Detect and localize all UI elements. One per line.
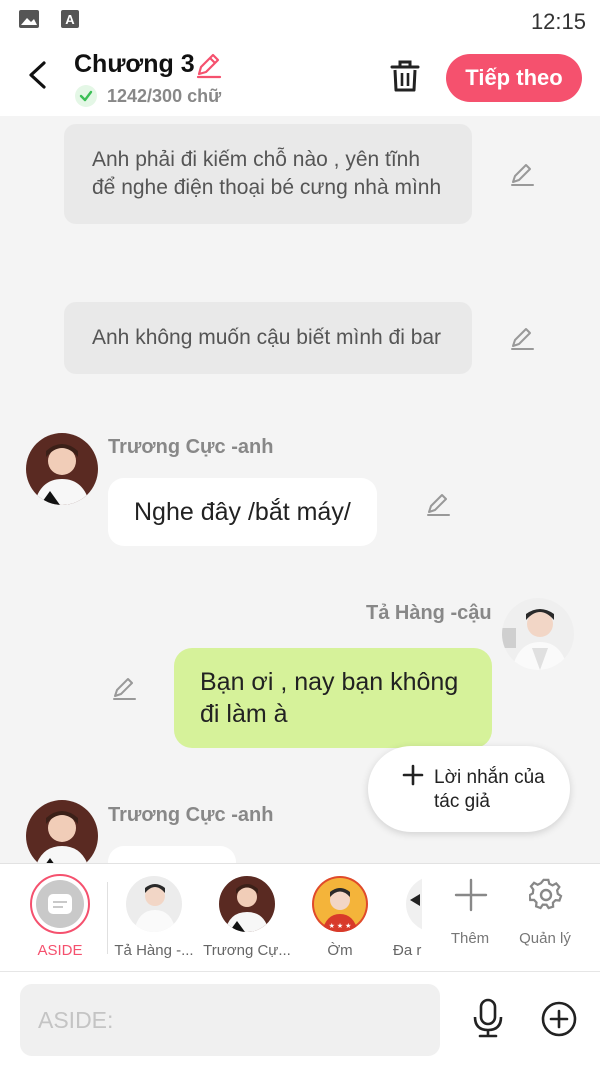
edit-icon[interactable]: [508, 160, 536, 188]
avatar[interactable]: [26, 433, 98, 505]
avatar: ★ ★ ★: [312, 876, 368, 932]
chat-area[interactable]: Anh phải đi kiếm chỗ nào , yên tĩnh để n…: [0, 116, 600, 863]
character-item[interactable]: Trương Cự...: [201, 864, 293, 972]
microphone-icon[interactable]: [470, 998, 506, 1038]
trash-icon[interactable]: [388, 58, 422, 94]
character-item[interactable]: Tả Hàng -...: [108, 864, 200, 972]
edit-icon[interactable]: [110, 674, 138, 702]
svg-text:A: A: [65, 12, 75, 27]
input-bar: [0, 971, 600, 1067]
image-icon: [19, 10, 39, 28]
comment-icon: [48, 894, 72, 914]
avatar: [126, 876, 182, 932]
message-bubble[interactable]: Bạn ơi , nay bạn không đi làm à: [174, 648, 492, 748]
message-bubble[interactable]: [108, 846, 236, 863]
font-icon: A: [61, 10, 79, 28]
back-arrow-icon[interactable]: [22, 58, 52, 92]
character-label: Tả Hàng -...: [114, 942, 194, 959]
check-circle-icon: [75, 85, 97, 107]
plus-icon: [402, 764, 424, 786]
avatar[interactable]: [502, 598, 574, 670]
editor-header: Chương 3 1242/300 chữ Tiếp theo: [0, 40, 600, 116]
avatar: [219, 876, 275, 932]
aside-avatar: [36, 880, 84, 928]
manage-label: Quản lý: [519, 930, 571, 947]
svg-text:★ ★ ★: ★ ★ ★: [329, 922, 352, 930]
character-name: Trương Cực -anh: [108, 436, 274, 458]
status-time: 12:15: [530, 9, 586, 34]
character-name: Tả Hàng -cậu: [366, 602, 492, 624]
character-name: Trương Cực -anh: [108, 804, 274, 826]
character-bar: ASIDE Tả Hàng -... Trương Cự... ★ ★ ★ Ờm…: [0, 863, 600, 971]
aside-label: ASIDE: [37, 942, 83, 959]
add-circle-icon[interactable]: [540, 1000, 578, 1038]
gear-icon: [529, 878, 563, 910]
manage-button[interactable]: Quản lý: [507, 864, 583, 972]
narration-bubble[interactable]: Anh phải đi kiếm chỗ nào , yên tĩnh để n…: [64, 124, 472, 224]
edit-title-icon[interactable]: [194, 51, 222, 79]
author-note-label: Lời nhắn của tác giả: [434, 767, 545, 812]
add-character-button[interactable]: Thêm: [432, 864, 508, 972]
avatar: [406, 878, 422, 930]
message-input[interactable]: [20, 984, 440, 1056]
aside-ring[interactable]: [30, 874, 90, 934]
character-label: Trương Cự...: [203, 942, 291, 959]
edit-icon[interactable]: [508, 324, 536, 352]
avatar[interactable]: [26, 800, 98, 863]
edit-icon[interactable]: [424, 490, 452, 518]
message-bubble[interactable]: Nghe đây /bắt máy/: [108, 478, 377, 546]
status-bar: A 12:15: [0, 0, 600, 40]
character-label: Đa r: [393, 942, 422, 959]
chapter-title[interactable]: Chương 3: [74, 50, 195, 79]
narration-bubble[interactable]: Anh không muốn cậu biết mình đi bar: [64, 302, 472, 374]
next-button[interactable]: Tiếp theo: [446, 54, 582, 102]
author-note-button[interactable]: Lời nhắn của tác giả: [368, 746, 570, 832]
word-count: 1242/300 chữ: [107, 86, 222, 106]
add-label: Thêm: [450, 930, 490, 947]
character-item[interactable]: Đa r: [366, 864, 422, 972]
plus-icon: [454, 878, 488, 912]
